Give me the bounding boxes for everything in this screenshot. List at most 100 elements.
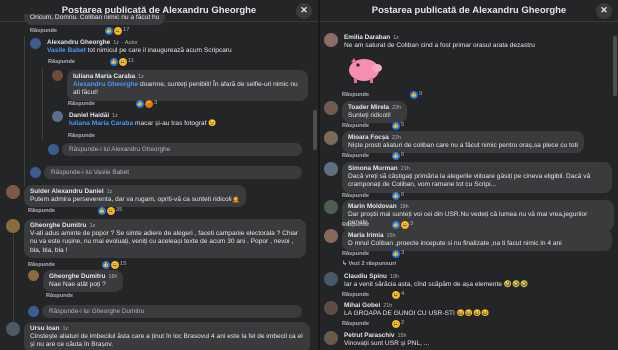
avatar[interactable]	[324, 33, 338, 47]
reply-link[interactable]: Răspunde	[342, 92, 369, 99]
reply-link[interactable]: Răspunde	[342, 292, 369, 299]
author-name[interactable]: Toader Mirela	[348, 104, 389, 111]
comment: Maria Irimia 15h D mnul Coliban ,proecte …	[324, 229, 614, 252]
reaction-summary[interactable]: 👍 😆 35	[98, 207, 122, 215]
reaction-summary[interactable]: 👍 9	[410, 91, 422, 99]
reaction-summary[interactable]: 👍 6	[392, 152, 404, 160]
author-name[interactable]: Gheorghe Dumitru	[49, 273, 105, 280]
avatar[interactable]	[6, 219, 20, 233]
left-post-dialog: Postarea publicată de Alexandru Gheorghe…	[0, 0, 318, 350]
avatar[interactable]	[324, 162, 338, 176]
author-name[interactable]: Iuliana Maria Caraba	[73, 73, 135, 80]
avatar[interactable]	[52, 111, 63, 122]
comment-bubble: Simona Murman 21h Dacă vreți să câștigați…	[342, 162, 612, 193]
reply-input[interactable]: Răspunde-i lui Gheorghe Dumitru	[42, 305, 302, 318]
dialog-header: Postarea publicată de Alexandru Gheorghe…	[320, 0, 618, 22]
avatar[interactable]	[324, 301, 338, 315]
author-name[interactable]: Marin Moldovan	[348, 203, 397, 210]
author-name[interactable]: Mioara Focșa	[348, 134, 389, 141]
reply-link[interactable]: Răspunde	[46, 293, 73, 300]
see-replies-link[interactable]: ↳ Vezi 2 răspunsuri	[342, 261, 396, 268]
comment: Sulder Alexandru Daniel 1z Putem admira p…	[6, 185, 306, 208]
comment: Emilia Daraban 1z Ne am saturat de Coliba…	[324, 33, 614, 51]
comment: Iuliana Maria Caraba 1z Alexandru Gheorgh…	[52, 70, 308, 101]
comment-bubble: Emilia Daraban 1z Ne am saturat de Coliba…	[344, 34, 535, 50]
author-name[interactable]: Daniel Haidăi	[69, 112, 109, 119]
mention[interactable]: Vasile Babet	[47, 47, 86, 54]
reaction-summary[interactable]: 👍 😡 3	[136, 100, 157, 108]
reaction-summary[interactable]: 👍 😆 11	[110, 58, 134, 66]
author-name[interactable]: Sulder Alexandru Daniel	[30, 188, 104, 195]
reply-input[interactable]: Răspunde-i lui Alexandru Gheorghe	[62, 143, 302, 156]
like-icon: 👍	[410, 91, 418, 99]
reply-link[interactable]: Răspunde	[342, 123, 369, 130]
comment: Alexandru Gheorghe 1z · Autor Vasile Babet…	[30, 38, 260, 56]
reply-link[interactable]: Răspunde	[28, 208, 55, 215]
haha-icon: 😆	[401, 221, 409, 229]
comment: Simona Murman 21h Dacă vreți să câștigați…	[324, 162, 614, 193]
author-name[interactable]: Maria Irimia	[348, 232, 384, 239]
reaction-summary[interactable]: 👍 😆 17	[105, 27, 129, 35]
scrollbar-thumb[interactable]	[613, 36, 617, 96]
haha-icon: 😆	[114, 27, 122, 35]
comment-bubble: Mihai Gobei 21h LA GROAPA DE GUNOI CU USR…	[344, 302, 490, 318]
author-name[interactable]: Emilia Daraban	[344, 34, 390, 41]
comment-bubble: Alexandru Gheorghe 1z · Autor Vasile Babet…	[47, 39, 232, 55]
avatar[interactable]	[6, 322, 20, 336]
avatar[interactable]	[6, 185, 20, 199]
haha-icon: 😆	[111, 261, 119, 269]
reaction-summary[interactable]: 👍 😆 3	[392, 221, 413, 229]
avatar[interactable]	[52, 70, 63, 81]
reaction-summary[interactable]: 😆 4	[392, 291, 404, 299]
comment-bubble: Daniel Haidăi 1z Iuliana Maria Caraba mac…	[69, 112, 217, 128]
reply-link[interactable]: Răspunde	[342, 321, 369, 328]
dialog-title: Postarea publicată de Alexandru Gheorghe	[371, 4, 567, 16]
reaction-summary[interactable]: 👍 5	[392, 122, 404, 130]
author-name[interactable]: Simona Murman	[348, 165, 398, 172]
comment-bubble: Sulder Alexandru Daniel 1z Putem admira p…	[24, 185, 246, 208]
close-icon[interactable]: ✕	[296, 3, 312, 19]
author-name[interactable]: Ursu Ioan	[30, 325, 59, 332]
avatar[interactable]	[324, 101, 338, 115]
reply-input[interactable]: Răspunde-i lui Vasile Babet	[44, 166, 302, 179]
avatar[interactable]	[324, 229, 338, 243]
comment: Toader Mirela 22h Sunteți ridicoli!	[324, 101, 614, 124]
comment: Petrut Paraschiv 15h Vinovații sunt USR ș…	[324, 331, 614, 349]
author-name[interactable]: Alexandru Gheorghe	[47, 39, 110, 46]
reply-link[interactable]: Răspunde	[28, 262, 55, 269]
current-user-avatar	[30, 167, 41, 178]
reaction-summary[interactable]: 😆 2	[392, 320, 404, 328]
reply-link[interactable]: Răspunde	[342, 251, 369, 258]
like-icon: 👍	[392, 250, 400, 258]
avatar[interactable]	[324, 131, 338, 145]
reply-link[interactable]: Răspunde	[342, 193, 369, 200]
reply-link[interactable]: Răspunde	[342, 222, 369, 229]
reaction-summary[interactable]: 👍 3	[392, 250, 404, 258]
thread-line	[13, 234, 14, 334]
author-name[interactable]: Mihai Gobei	[344, 302, 380, 309]
comment-bubble: Mioara Focșa 22h Niște prosti aliaturi de…	[342, 131, 584, 154]
avatar[interactable]	[28, 270, 39, 281]
mention[interactable]: Alexandru Gheorghe	[73, 81, 138, 88]
scrollbar-thumb[interactable]	[313, 110, 317, 150]
avatar[interactable]	[324, 272, 338, 286]
angry-icon: 😡	[145, 100, 153, 108]
reply-link[interactable]: Răspunde	[48, 59, 75, 66]
author-name[interactable]: Petrut Paraschiv	[344, 332, 394, 339]
author-name[interactable]: Gheorghe Dumitru	[30, 222, 86, 229]
reaction-summary[interactable]: 👍 6	[392, 192, 404, 200]
avatar[interactable]	[324, 331, 338, 345]
avatar[interactable]	[324, 200, 338, 214]
mention[interactable]: Iuliana Maria Caraba	[69, 120, 133, 127]
reply-link[interactable]: Răspunde	[68, 133, 95, 140]
like-icon: 👍	[392, 122, 400, 130]
reaction-summary[interactable]: 👍 😆 15	[102, 261, 126, 269]
avatar[interactable]	[30, 38, 41, 49]
reply-link[interactable]: Răspunde	[30, 28, 57, 35]
pig-sticker	[349, 58, 382, 83]
reply-link[interactable]: Răspunde	[342, 153, 369, 160]
close-icon[interactable]: ✕	[596, 3, 612, 19]
comment: Ursu Ioan 1z Cinstește aliaturi de imbeci…	[6, 322, 310, 350]
reply-link[interactable]: Răspunde	[68, 101, 95, 108]
author-name[interactable]: Claudiu Spinu	[344, 273, 387, 280]
